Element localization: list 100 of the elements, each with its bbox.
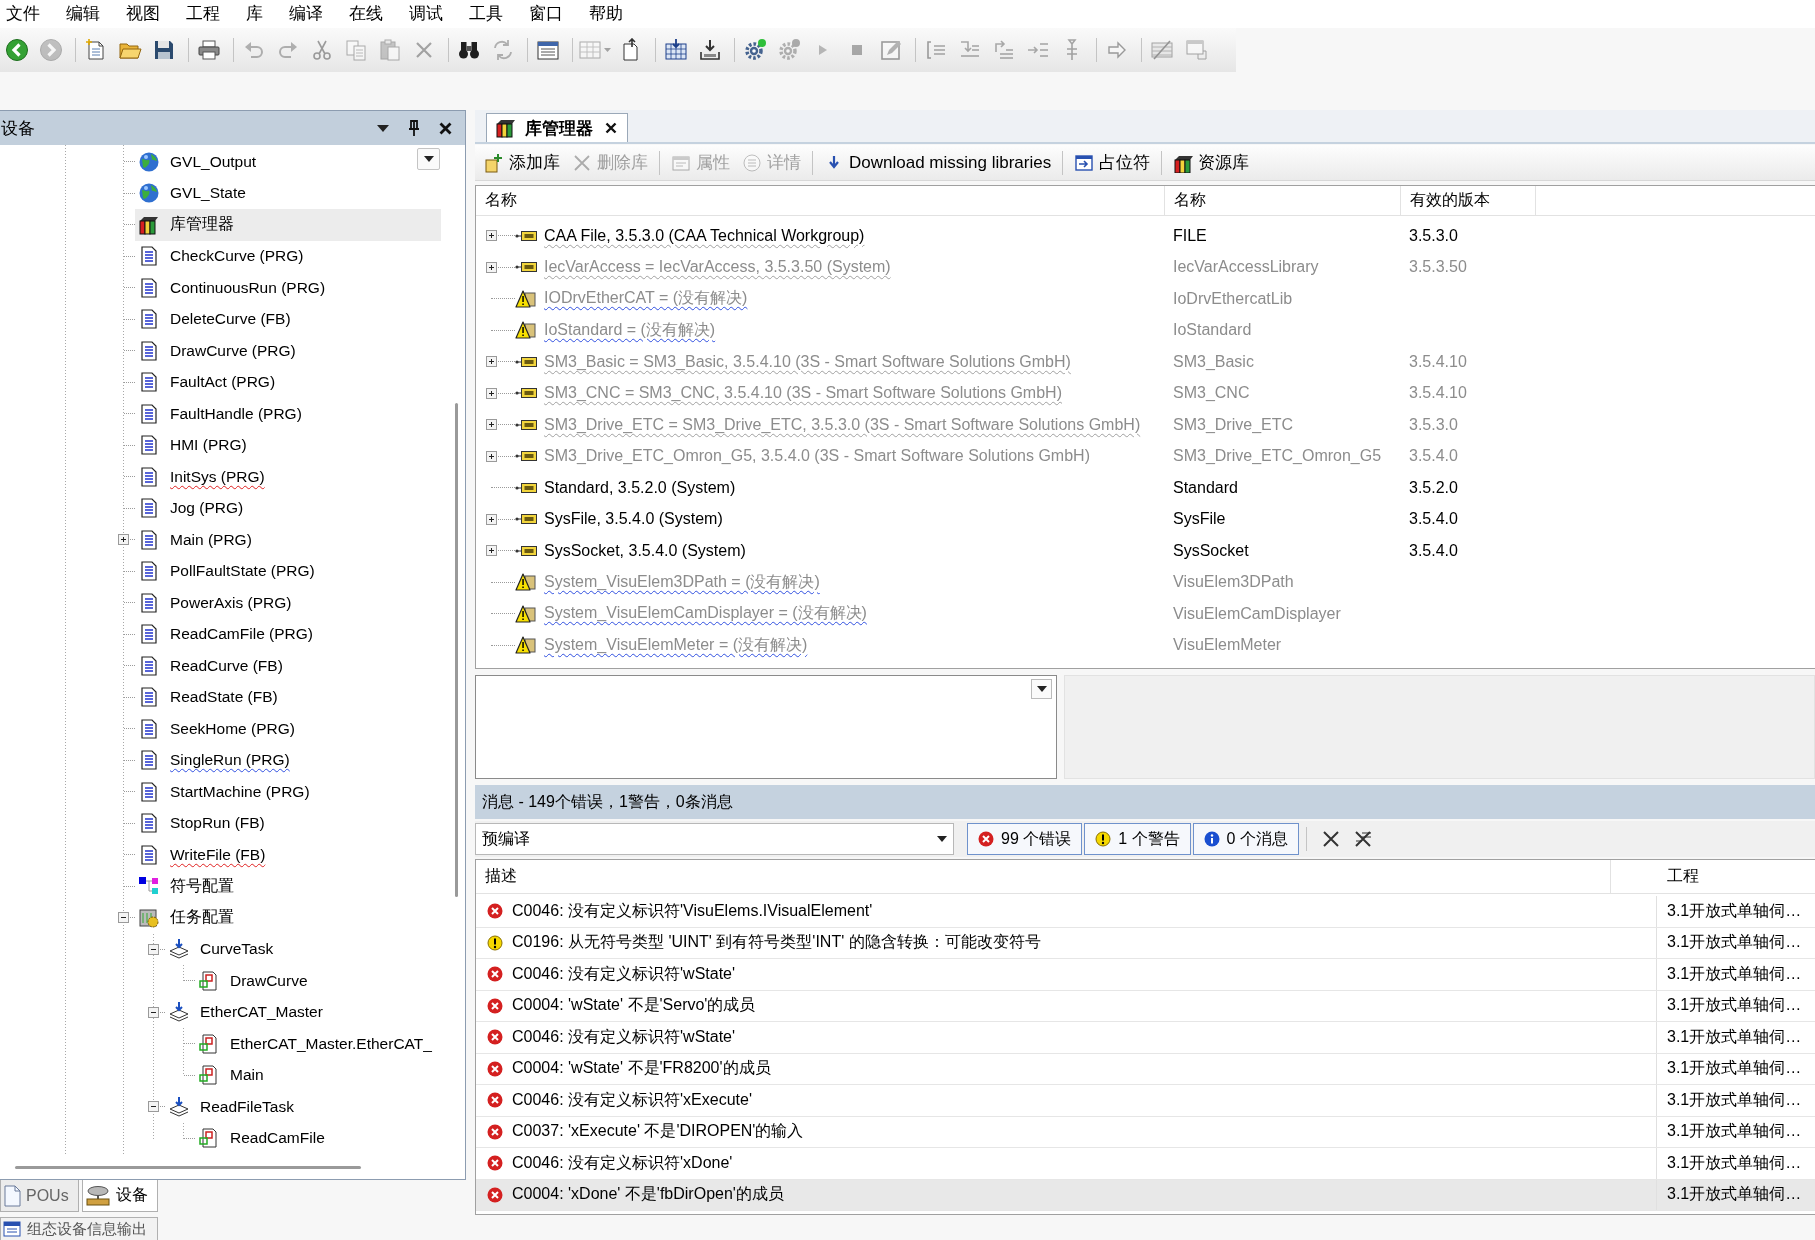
plus-box-icon[interactable] — [486, 419, 497, 431]
tree-item[interactable]: 任务配置 — [135, 902, 441, 934]
message-row[interactable]: C0004: 'wState' 不是'Servo'的成员 3.1开放式单轴伺… — [476, 990, 1815, 1022]
toolbar-button[interactable]: 占位符 — [1068, 147, 1157, 178]
tree-item[interactable]: CheckCurve (PRG) — [135, 240, 441, 272]
tree-item[interactable]: PollFaultState (PRG) — [135, 555, 441, 587]
tree-item[interactable]: WriteFile (FB) — [135, 839, 441, 871]
panel-tab[interactable]: POUs — [0, 1180, 79, 1212]
message-row[interactable]: C0196: 从无符号类型 'UINT' 到有符号类型'INT' 的隐含转换：可能改变符号 3.1开放式单轴伺… — [476, 927, 1815, 959]
tree-item[interactable]: Main — [195, 1059, 441, 1091]
column-header[interactable]: 有效的版本 — [1401, 186, 1536, 216]
library-row[interactable]: SM3_CNC = SM3_CNC, 3.5.4.10 (3S - Smart Software Solutions GmbH) SM3_CNC 3.5.4.10 — [476, 377, 1815, 409]
library-row[interactable]: SysSocket, 3.5.4.0 (System) SysSocket 3.5.4.0 — [476, 535, 1815, 567]
table-cell-text: 3.5.4.0 — [1408, 447, 1459, 466]
tree-item[interactable]: ReadCamFile — [195, 1122, 441, 1154]
plus-box-icon[interactable] — [486, 545, 497, 557]
filter-toggle[interactable]: 1 个警告 — [1084, 823, 1191, 855]
books-icon — [495, 117, 517, 139]
tree-item[interactable]: DrawCurve (PRG) — [135, 335, 441, 367]
library-row[interactable]: System_VisuElemCamDisplayer = (没有解决) VisuElemCamDisplayer — [476, 598, 1815, 630]
tree-item[interactable]: GVL_State — [135, 177, 441, 209]
plus-box-icon[interactable] — [486, 230, 497, 242]
menu-item[interactable]: 编辑 — [60, 1, 106, 27]
tree-item[interactable]: EtherCAT_Master.EtherCAT_ — [195, 1028, 441, 1060]
column-header[interactable]: 工程 — [1611, 860, 1815, 894]
tree-item[interactable]: Jog (PRG) — [135, 492, 441, 524]
tree-item[interactable]: ReadCamFile (PRG) — [135, 618, 441, 650]
plus-box-icon[interactable] — [118, 534, 129, 546]
message-row[interactable]: C0046: 没有定义标识符'wState' 3.1开放式单轴伺… — [476, 959, 1815, 991]
menu-item[interactable]: 库 — [240, 1, 269, 27]
output-tab[interactable]: 组态设备信息输出 — [0, 1217, 158, 1240]
message-row[interactable]: C0004: 'xDone' 不是'fbDirOpen'的成员 3.1开放式单轴伺… — [476, 1179, 1815, 1211]
message-row[interactable]: C0046: 没有定义标识符'VisuElems.IVisualElement' 3.1开放式单轴伺… — [476, 896, 1815, 928]
tree-item[interactable]: SeekHome (PRG) — [135, 713, 441, 745]
tree-item[interactable]: 库管理器 — [135, 209, 441, 241]
tree-item[interactable]: ContinuousRun (PRG) — [135, 272, 441, 304]
column-header[interactable]: 名称 — [476, 186, 1165, 216]
plus-box-icon[interactable] — [486, 356, 497, 368]
tree-item[interactable]: DeleteCurve (FB) — [135, 303, 441, 335]
minus-box-icon[interactable] — [148, 943, 159, 955]
toolbar-button[interactable]: 资源库 — [1167, 147, 1256, 178]
tree-item[interactable]: CurveTask — [165, 933, 441, 965]
column-header[interactable]: 名称 — [1165, 186, 1401, 216]
toolbar-button[interactable]: 添加库 — [478, 147, 566, 178]
tree-item[interactable]: SingleRun (PRG) — [135, 744, 441, 776]
tree-dropdown-button[interactable] — [417, 148, 440, 170]
stack-arrow-icon — [168, 938, 190, 961]
tree-item[interactable]: StartMachine (PRG) — [135, 776, 441, 808]
tree-item[interactable]: PowerAxis (PRG) — [135, 587, 441, 619]
library-row[interactable]: System_VisuElem3DPath = (没有解决) VisuElem3DPath — [476, 566, 1815, 598]
message-row[interactable]: C0004: 'wState' 不是'FR8200'的成员 3.1开放式单轴伺… — [476, 1053, 1815, 1085]
tree-item[interactable]: ReadFileTask — [165, 1091, 441, 1123]
tree-item[interactable]: ReadCurve (FB) — [135, 650, 441, 682]
menu-item[interactable]: 编译 — [283, 1, 329, 27]
message-row[interactable]: C0037: 'xExecute' 不是'DIROPEN'的输入 3.1开放式单轴伺… — [476, 1116, 1815, 1148]
category-combobox[interactable]: 预编译 — [475, 823, 954, 855]
tree-item[interactable]: Main (PRG) — [135, 524, 441, 556]
menu-item[interactable]: 工具 — [463, 1, 509, 27]
menu-item[interactable]: 帮助 — [583, 1, 629, 27]
scrollbar-thumb[interactable] — [15, 1165, 361, 1169]
minus-box-icon[interactable] — [148, 1006, 159, 1018]
message-row[interactable]: C0046: 没有定义标识符'xExecute' 3.1开放式单轴伺… — [476, 1085, 1815, 1117]
menu-item[interactable]: 窗口 — [523, 1, 569, 27]
library-row[interactable]: SysFile, 3.5.4.0 (System) SysFile 3.5.4.0 — [476, 503, 1815, 535]
message-row[interactable]: C0046: 没有定义标识符'wState' 3.1开放式单轴伺… — [476, 1022, 1815, 1054]
gear-icon — [743, 38, 767, 62]
filter-toggle[interactable]: 0 个消息 — [1192, 823, 1299, 855]
tree-item[interactable]: StopRun (FB) — [135, 807, 441, 839]
menu-item[interactable]: 调试 — [403, 1, 449, 27]
filter-toggle[interactable]: 99 个错误 — [967, 823, 1083, 855]
plus-box-icon[interactable] — [486, 513, 497, 525]
toolbar-button[interactable]: Download missing libraries — [818, 147, 1058, 178]
menu-item[interactable]: 文件 — [0, 1, 46, 27]
tree-item[interactable]: InitSys (PRG) — [135, 461, 441, 493]
panel-tab[interactable]: 设备 — [81, 1180, 158, 1212]
minus-box-icon[interactable] — [148, 1101, 159, 1113]
library-row[interactable]: Standard, 3.5.2.0 (System) Standard 3.5.2.0 — [476, 472, 1815, 504]
library-row[interactable]: CAA File, 3.5.3.0 (CAA Technical Workgroup) FILE 3.5.3.0 — [476, 220, 1815, 252]
plus-box-icon[interactable] — [486, 450, 497, 462]
scrollbar-thumb[interactable] — [455, 403, 458, 897]
tree-item[interactable]: 符号配置 — [135, 870, 441, 902]
menu-item[interactable]: 视图 — [120, 1, 166, 27]
minus-box-icon[interactable] — [118, 912, 129, 924]
dropdown-button[interactable] — [1031, 679, 1052, 699]
tab-close-button[interactable] — [605, 122, 617, 134]
tree-item[interactable]: EtherCAT_Master — [165, 996, 441, 1028]
plus-box-icon[interactable] — [486, 387, 497, 399]
tree-item[interactable]: DrawCurve — [195, 965, 441, 997]
tree-item[interactable]: ReadState (FB) — [135, 681, 441, 713]
tree-item[interactable]: GVL_Output — [135, 146, 441, 178]
tree-item[interactable]: FaultAct (PRG) — [135, 366, 441, 398]
plus-box-icon[interactable] — [486, 261, 497, 273]
column-header[interactable]: 描述 — [476, 860, 1611, 894]
tree-item[interactable]: FaultHandle (PRG) — [135, 398, 441, 430]
menu-item[interactable]: 在线 — [343, 1, 389, 27]
message-row[interactable]: C0046: 没有定义标识符'xDone' 3.1开放式单轴伺… — [476, 1148, 1815, 1180]
tree-item[interactable]: HMI (PRG) — [135, 429, 441, 461]
editor-tab[interactable]: 库管理器 — [486, 113, 628, 142]
error-icon — [487, 1123, 503, 1140]
menu-item[interactable]: 工程 — [180, 1, 226, 27]
